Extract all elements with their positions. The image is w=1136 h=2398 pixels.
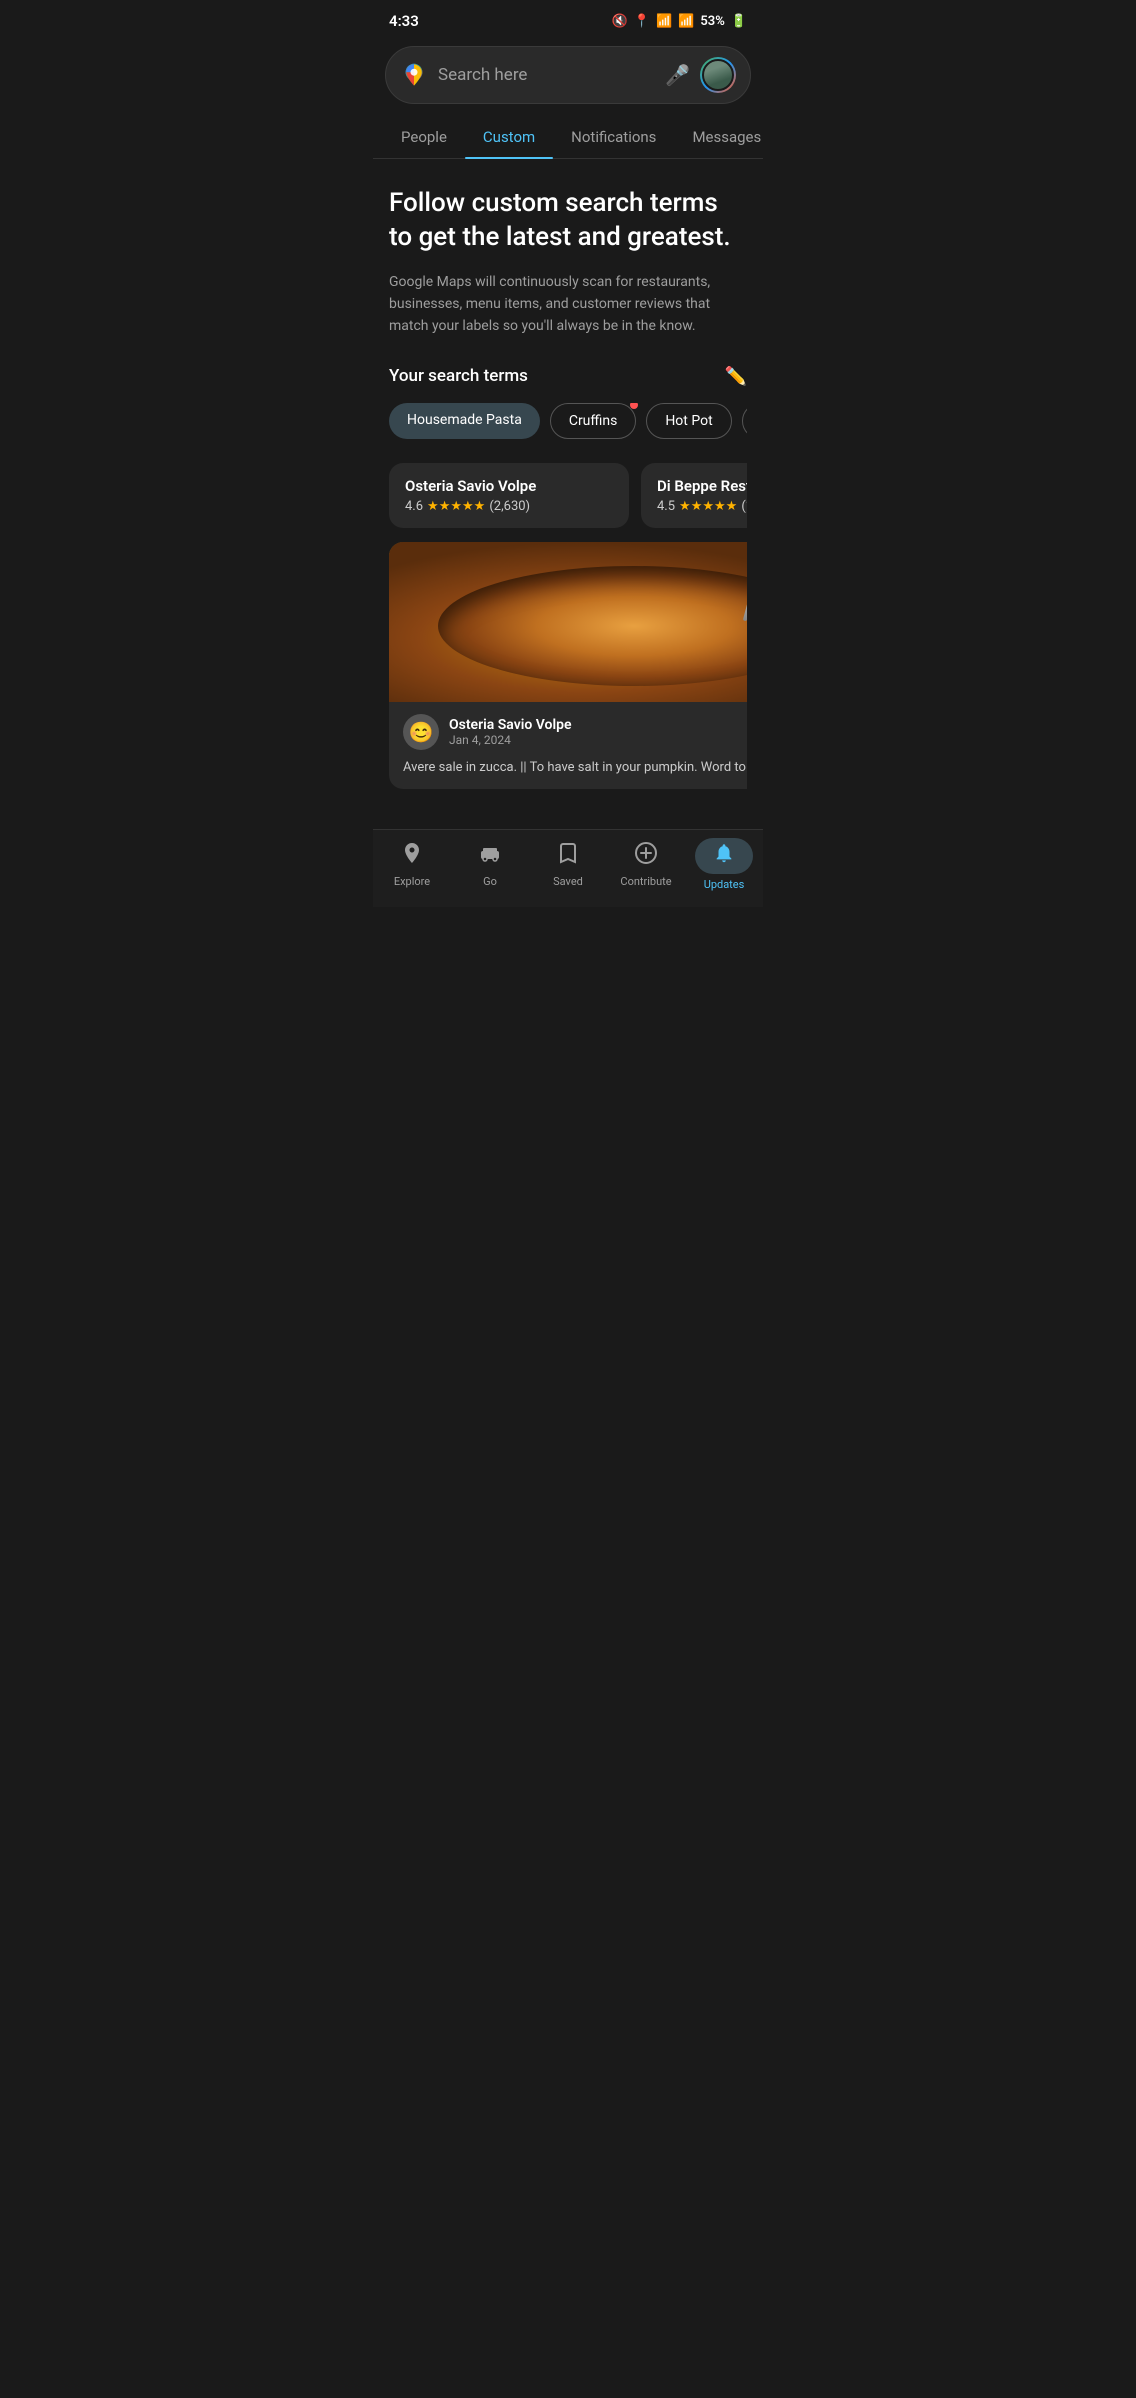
signal-icon: 📶 xyxy=(678,14,694,29)
contribute-label: Contribute xyxy=(620,875,671,888)
nav-contribute[interactable]: Contribute xyxy=(607,841,685,888)
tab-people[interactable]: People xyxy=(383,116,465,158)
explore-label: Explore xyxy=(394,875,430,888)
pasta-image xyxy=(389,542,747,702)
wifi-icon: 📶 xyxy=(656,14,672,29)
restaurant-name-2: Di Beppe Restaura... xyxy=(657,477,747,495)
pill-cruffins[interactable]: Cruffins xyxy=(550,403,636,439)
saved-label: Saved xyxy=(553,875,583,888)
search-terms-title: Your search terms xyxy=(389,366,528,386)
updates-label: Updates xyxy=(704,878,745,891)
hero-subtext: Google Maps will continuously scan for r… xyxy=(389,271,747,338)
pill-notification-dot xyxy=(630,403,638,409)
stars-2: ★★★★★ xyxy=(679,499,737,514)
reviewer-date-1: Jan 4, 2024 xyxy=(449,733,572,747)
hero-headline: Follow custom search terms to get the la… xyxy=(389,187,747,255)
user-avatar[interactable] xyxy=(700,57,736,93)
reviewer-info-1: Osteria Savio Volpe Jan 4, 2024 xyxy=(449,717,572,747)
nav-explore[interactable]: Explore xyxy=(373,841,451,888)
tabs-bar: People Custom Notifications Messages xyxy=(373,116,763,159)
reviewer-row-1: 😊 Osteria Savio Volpe Jan 4, 2024 xyxy=(403,714,747,750)
contribute-icon xyxy=(634,841,658,871)
review-card-1[interactable]: 😊 Osteria Savio Volpe Jan 4, 2024 Avere … xyxy=(389,542,747,790)
search-bar-wrapper: Search here 🎤 xyxy=(373,38,763,116)
go-label: Go xyxy=(483,875,497,888)
pill-hot-pot[interactable]: Hot Pot xyxy=(646,403,731,439)
nav-go[interactable]: Go xyxy=(451,841,529,888)
review-cards: 😊 Osteria Savio Volpe Jan 4, 2024 Avere … xyxy=(389,542,747,790)
status-time: 4:33 xyxy=(389,12,419,30)
search-bar[interactable]: Search here 🎤 xyxy=(385,46,751,104)
restaurant-card-1[interactable]: Osteria Savio Volpe 4.6 ★★★★★ (2,630) xyxy=(389,463,629,528)
battery-icon: 🔋 xyxy=(731,14,747,29)
restaurant-card-2[interactable]: Di Beppe Restaura... 4.5 ★★★★★ (1,274 xyxy=(641,463,747,528)
review-card-image-1 xyxy=(389,542,747,702)
location-icon: 📍 xyxy=(634,14,650,29)
pill-housemade-pasta[interactable]: Housemade Pasta xyxy=(389,403,540,439)
battery-text: 53% xyxy=(700,14,724,29)
search-input[interactable]: Search here xyxy=(438,65,655,85)
status-bar: 4:33 🔇 📍 📶 📶 53% 🔋 xyxy=(373,0,763,38)
stars-1: ★★★★★ xyxy=(427,499,485,514)
updates-icon xyxy=(713,845,735,870)
nav-updates[interactable]: Updates xyxy=(685,838,763,891)
review-card-body-1: 😊 Osteria Savio Volpe Jan 4, 2024 Avere … xyxy=(389,702,747,790)
search-terms-header: Your search terms ✏️ xyxy=(389,366,747,387)
bottom-nav: Explore Go Saved Contri xyxy=(373,829,763,907)
main-content: Follow custom search terms to get the la… xyxy=(373,159,763,805)
reviewer-name-1: Osteria Savio Volpe xyxy=(449,717,572,733)
search-terms-pills: Housemade Pasta Cruffins Hot Pot Craft B… xyxy=(389,403,747,443)
edit-icon[interactable]: ✏️ xyxy=(725,366,747,387)
updates-icon-bg xyxy=(695,838,753,874)
tab-custom[interactable]: Custom xyxy=(465,116,553,158)
restaurant-rating-1: 4.6 ★★★★★ (2,630) xyxy=(405,499,613,514)
restaurant-cards: Osteria Savio Volpe 4.6 ★★★★★ (2,630) Di… xyxy=(389,463,747,528)
restaurant-rating-2: 4.5 ★★★★★ (1,274 xyxy=(657,499,747,514)
reviewer-avatar-1: 😊 xyxy=(403,714,439,750)
nav-saved[interactable]: Saved xyxy=(529,841,607,888)
microphone-icon[interactable]: 🎤 xyxy=(665,63,690,87)
google-maps-logo xyxy=(400,61,428,89)
saved-icon xyxy=(556,841,580,871)
restaurant-name-1: Osteria Savio Volpe xyxy=(405,477,613,495)
review-text-1: Avere sale in zucca. || To have salt in … xyxy=(403,758,747,778)
explore-icon xyxy=(400,841,424,871)
go-icon xyxy=(478,841,502,871)
status-icons: 🔇 📍 📶 📶 53% 🔋 xyxy=(612,14,747,29)
mute-icon: 🔇 xyxy=(612,14,628,29)
tab-notifications[interactable]: Notifications xyxy=(553,116,674,158)
pill-craft-be[interactable]: Craft Be xyxy=(742,403,747,439)
tab-messages[interactable]: Messages xyxy=(674,116,779,158)
